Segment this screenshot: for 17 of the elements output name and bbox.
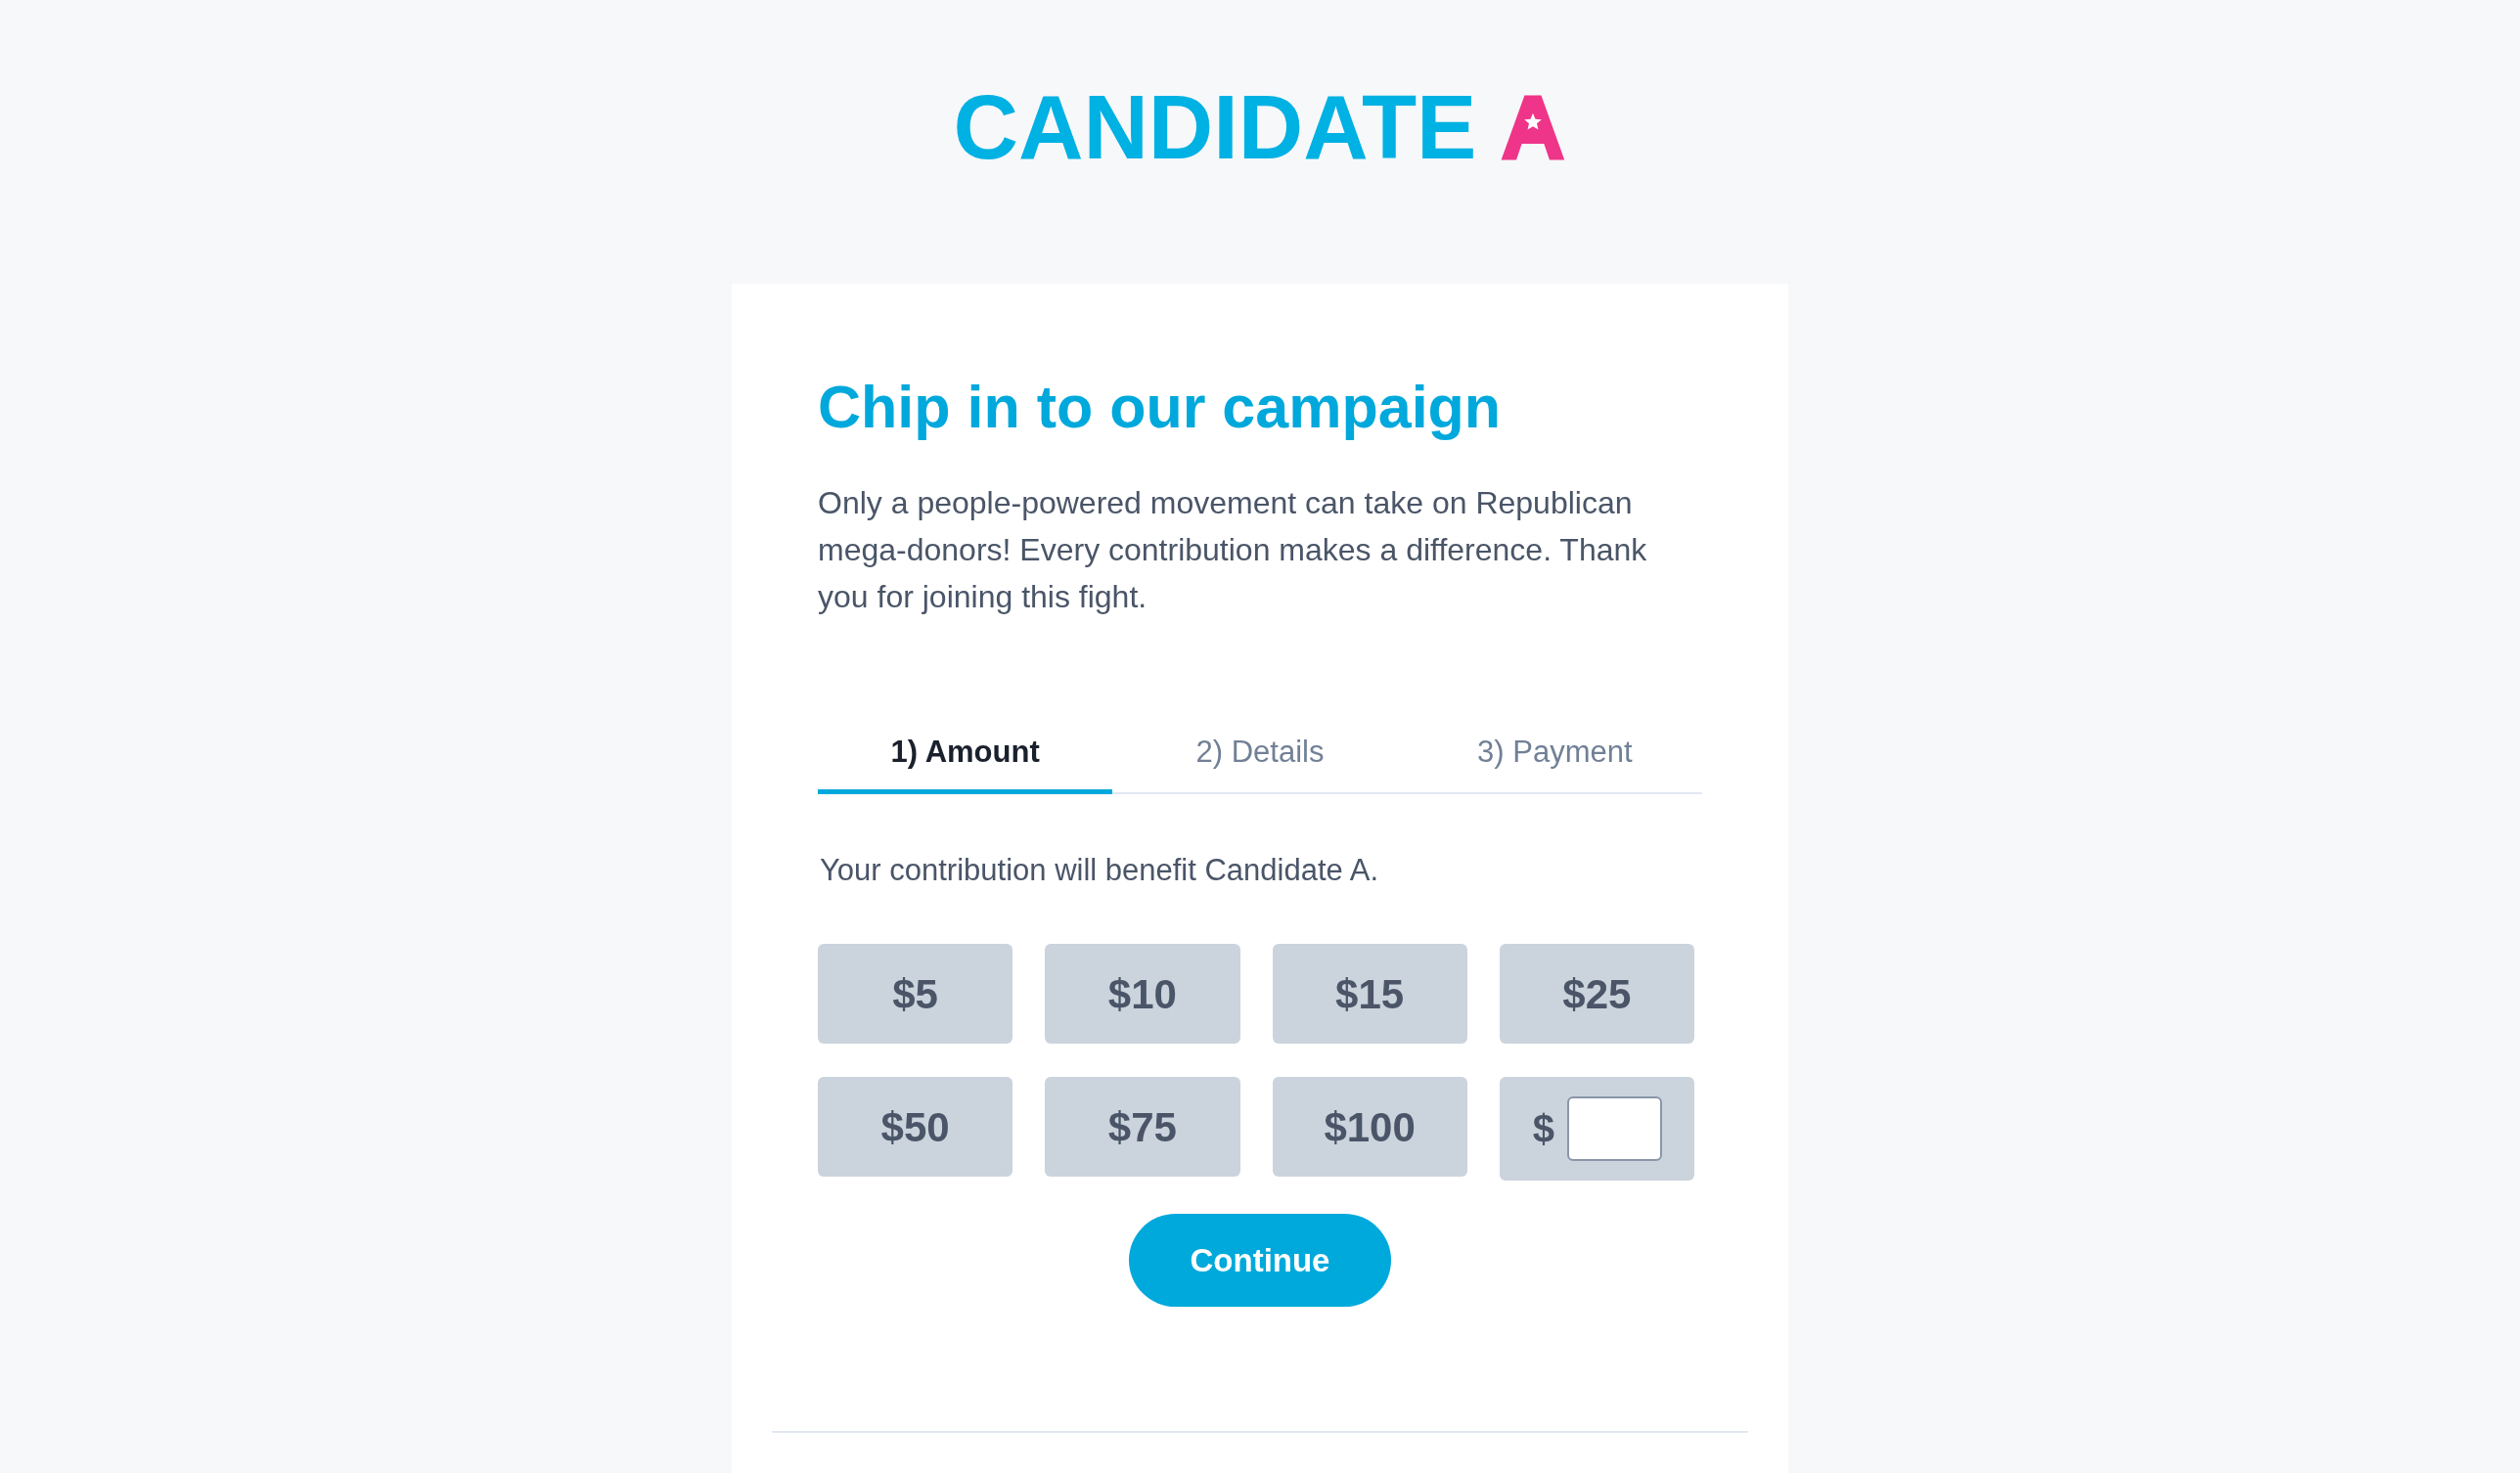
beneficiary-note: Your contribution will benefit Candidate A. [820,852,1379,889]
logo-text: CANDIDATE [953,82,1477,172]
step-tab[interactable]: 2) Details [1112,733,1408,794]
step-tab[interactable]: 1) Amount [818,733,1113,794]
amount-input[interactable] [1567,1096,1662,1161]
amount-button[interactable]: $50 [818,1077,1013,1177]
amount-button[interactable]: $25 [1499,944,1694,1044]
continue-button[interactable]: Continue [1129,1214,1391,1307]
amount-button[interactable]: $15 [1272,944,1467,1044]
amount-button[interactable]: $10 [1045,944,1240,1044]
card-title: Chip in to our campaign [818,373,1503,442]
amount-button[interactable]: $5 [818,944,1013,1044]
currency-symbol: $ [1532,1106,1554,1152]
step-tab[interactable]: 3) Payment [1407,733,1702,794]
amount-button[interactable]: $75 [1045,1077,1240,1177]
amount-button[interactable]: $100 [1272,1077,1467,1177]
intro-paragraph: Only a people-powered movement can take on Republican mega-donors! Every contribution makes a difference. Thank you for joining this fight. [818,484,1648,616]
